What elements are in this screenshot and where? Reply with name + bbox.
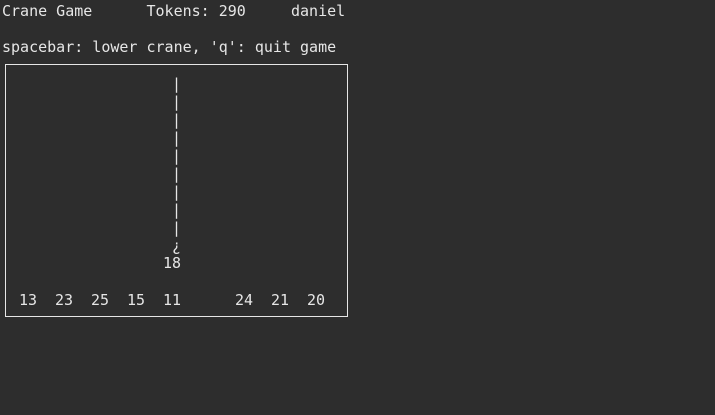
game-board: | | | | | | | | | ¿ 18 13 23 25 15 11 24 21 20 bbox=[5, 64, 348, 317]
prize-item: 25 bbox=[91, 291, 110, 309]
prize-item: 15 bbox=[127, 291, 146, 309]
crane-rope-segment: | bbox=[172, 165, 182, 183]
prize-item: 23 bbox=[55, 291, 74, 309]
crane-rope-segment: | bbox=[172, 147, 182, 165]
game-title: Crane Game bbox=[2, 2, 93, 20]
controls-help: spacebar: lower crane, 'q': quit game bbox=[2, 38, 337, 56]
crane-rope-segment: | bbox=[172, 201, 182, 219]
crane-rope-segment: | bbox=[172, 219, 182, 237]
prize-item: 20 bbox=[307, 291, 326, 309]
crane-rope-segment: | bbox=[172, 93, 182, 111]
crane-rope-segment: | bbox=[172, 183, 182, 201]
crane-rope-segment: | bbox=[172, 129, 182, 147]
prize-item: 11 bbox=[163, 291, 182, 309]
tokens-value: 290 bbox=[218, 2, 246, 20]
prize-item: 24 bbox=[235, 291, 254, 309]
prize-item: 21 bbox=[271, 291, 290, 309]
player-name: daniel bbox=[291, 2, 346, 20]
tokens-label: Tokens: bbox=[146, 2, 210, 20]
status-bar: Crane Game Tokens: 290 daniel bbox=[2, 2, 345, 20]
prize-item: 13 bbox=[19, 291, 38, 309]
crane-claw: ¿ bbox=[172, 237, 182, 255]
held-prize: 18 bbox=[163, 254, 182, 272]
crane-rope-segment: | bbox=[172, 75, 182, 93]
crane-rope-segment: | bbox=[172, 111, 182, 129]
